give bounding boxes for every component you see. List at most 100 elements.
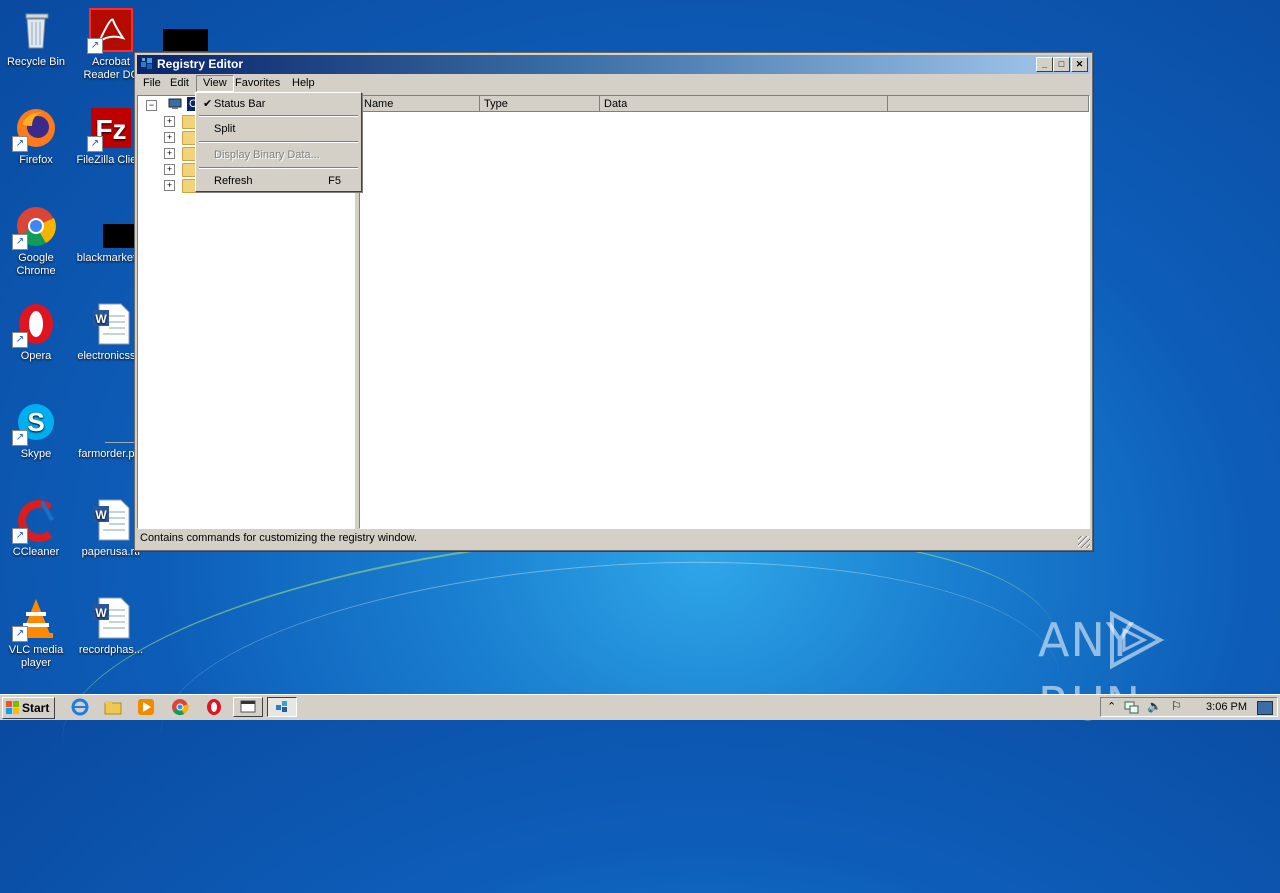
menu-separator: [199, 115, 358, 117]
play-logo-icon: [1110, 610, 1165, 670]
menu-separator: [199, 167, 358, 169]
shortcut-arrow-icon: ↗: [12, 626, 28, 642]
maximize-button[interactable]: □: [1053, 57, 1070, 72]
desktop-icon-ccleaner[interactable]: ↗ CCleaner: [0, 498, 74, 559]
media-player-icon[interactable]: [137, 698, 155, 716]
shortcut-arrow-icon: ↗: [87, 38, 103, 54]
menu-help[interactable]: Help: [286, 75, 321, 92]
registry-editor-icon: [140, 57, 154, 71]
window-titlebar[interactable]: Registry Editor _ □ ✕: [137, 55, 1090, 74]
shortcut-arrow-icon: ↗: [87, 136, 103, 152]
desktop-icon-recycle-bin[interactable]: Recycle Bin: [0, 8, 74, 69]
show-desktop-icon[interactable]: [1257, 701, 1273, 715]
skype-icon: S ↗: [12, 400, 58, 446]
registry-values-pane[interactable]: Name Type Data: [359, 95, 1090, 529]
show-hidden-icons-icon[interactable]: ⌃: [1107, 700, 1116, 713]
computer-icon: [168, 98, 182, 110]
menu-item-split[interactable]: Split: [198, 120, 359, 138]
column-header-filler: [888, 96, 1089, 112]
resize-grip[interactable]: [1078, 536, 1090, 548]
menu-separator: [199, 141, 358, 143]
desktop-icon-recordphas[interactable]: W recordphas...: [73, 596, 149, 657]
svg-text:W: W: [95, 606, 107, 620]
expand-icon[interactable]: +: [164, 164, 175, 175]
menu-bar: File Edit View Favorites Help: [137, 74, 1090, 93]
status-bar: Contains commands for customizing the re…: [137, 529, 1090, 548]
expand-icon[interactable]: +: [164, 180, 175, 191]
chrome-icon[interactable]: [171, 698, 189, 716]
word-document-icon: W: [89, 596, 133, 640]
expand-icon[interactable]: +: [164, 132, 175, 143]
action-center-flag-icon[interactable]: ⚐: [1171, 699, 1182, 713]
column-header-type[interactable]: Type: [480, 96, 600, 112]
internet-explorer-icon[interactable]: [71, 698, 89, 716]
acrobat-icon: ↗: [87, 8, 133, 54]
desktop-icon-chrome[interactable]: ↗ Google Chrome: [0, 204, 74, 278]
menu-view[interactable]: View: [196, 75, 234, 92]
desktop-icon-label: recordphas...: [78, 644, 144, 656]
ccleaner-icon: ↗: [12, 498, 58, 544]
menu-item-status-bar[interactable]: ✔ Status Bar: [198, 95, 359, 113]
blank-file-icon: [89, 204, 149, 248]
file-explorer-icon[interactable]: [104, 698, 122, 716]
taskbar-task-registry-editor[interactable]: [267, 697, 297, 717]
column-header-name[interactable]: Name: [360, 96, 480, 112]
desktop-icon-label: Recycle Bin: [6, 56, 66, 68]
blank-file-icon: [89, 400, 149, 444]
svg-text:W: W: [95, 312, 107, 326]
shortcut-arrow-icon: ↗: [12, 332, 28, 348]
svg-text:W: W: [95, 508, 107, 522]
word-document-icon: W: [89, 498, 133, 542]
menu-item-label: Display Binary Data...: [214, 149, 320, 161]
column-header-data[interactable]: Data: [600, 96, 888, 112]
minimize-button[interactable]: _: [1036, 57, 1053, 72]
expand-icon[interactable]: +: [164, 116, 175, 127]
view-menu-dropdown: ✔ Status Bar Split Display Binary Data..…: [195, 92, 362, 192]
taskbar-task-cmd[interactable]: [233, 697, 263, 717]
shortcut-arrow-icon: ↗: [12, 528, 28, 544]
volume-icon[interactable]: 🔈: [1147, 699, 1162, 713]
desktop-icon-opera[interactable]: ↗ Opera: [0, 302, 74, 363]
desktop-icon-vlc[interactable]: ↗ VLC media player: [0, 596, 74, 670]
opera-icon[interactable]: [205, 698, 223, 716]
system-tray: ⌃ 🔈 ⚐ 3:06 PM: [1100, 697, 1278, 717]
desktop-icon-label: Firefox: [19, 154, 53, 166]
start-button[interactable]: Start: [2, 697, 55, 719]
menu-item-shortcut: F5: [328, 175, 341, 187]
menu-file[interactable]: File: [137, 75, 167, 92]
desktop-icon-label: Opera: [20, 350, 52, 362]
taskbar: Start ⌃ 🔈 ⚐ 3:06 PM: [0, 694, 1280, 720]
menu-item-refresh[interactable]: Refresh F5: [198, 172, 359, 190]
desktop-icon-label: Google Chrome: [16, 252, 56, 277]
window-title: Registry Editor: [157, 57, 244, 71]
expand-icon[interactable]: +: [164, 148, 175, 159]
collapse-icon[interactable]: −: [146, 100, 157, 111]
menu-item-display-binary-data: Display Binary Data...: [198, 146, 359, 164]
word-document-icon: W: [89, 302, 133, 346]
menu-favorites[interactable]: Favorites: [229, 75, 286, 92]
recycle-bin-icon: [14, 8, 58, 52]
registry-editor-icon: [276, 701, 287, 712]
firefox-icon: ↗: [12, 106, 58, 152]
start-label: Start: [22, 701, 50, 715]
redacted-icon: [163, 29, 208, 51]
desktop-icon-firefox[interactable]: ↗ Firefox: [0, 106, 74, 167]
chrome-icon: ↗: [12, 204, 58, 250]
svg-text:S: S: [27, 407, 44, 437]
network-icon[interactable]: [1123, 700, 1139, 714]
desktop-icon-label: VLC media player: [8, 644, 64, 669]
taskbar-clock[interactable]: 3:06 PM: [1206, 698, 1247, 716]
window-icon: [240, 700, 256, 713]
menu-edit[interactable]: Edit: [164, 75, 195, 92]
close-button[interactable]: ✕: [1071, 57, 1088, 72]
desktop-icon-skype[interactable]: S ↗ Skype: [0, 400, 74, 461]
opera-icon: ↗: [12, 302, 58, 348]
desktop-icon-label: Skype: [20, 448, 52, 460]
windows-logo-icon: [6, 701, 19, 714]
desktop-icon-label: CCleaner: [12, 546, 60, 558]
vlc-cone-icon: ↗: [12, 596, 58, 642]
filezilla-icon: Fz ↗: [87, 106, 133, 152]
shortcut-arrow-icon: ↗: [12, 234, 28, 250]
menu-item-label: Split: [214, 123, 236, 135]
checkmark-icon: ✔: [203, 98, 213, 110]
